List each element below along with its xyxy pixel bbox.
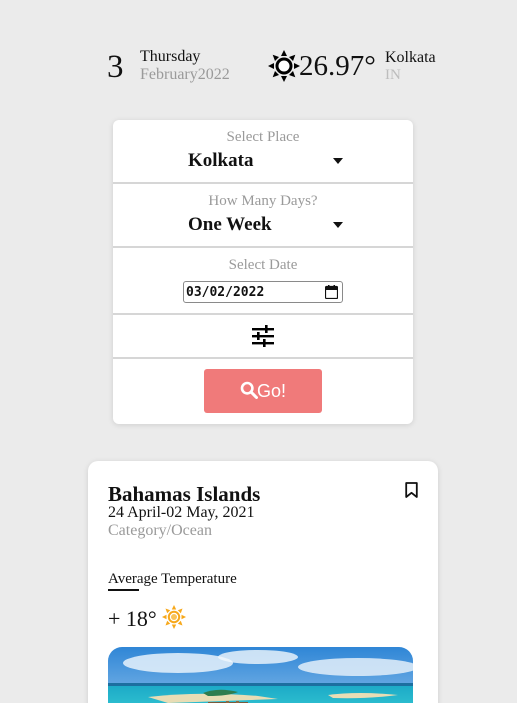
date-section: Select Date 03/02/2022	[113, 248, 413, 315]
filter-section	[113, 315, 413, 359]
place-label: Select Place	[226, 129, 300, 145]
search-icon	[240, 381, 258, 399]
average-temperature-label: Average Temperature	[108, 571, 237, 587]
month-year-label: February2022	[140, 66, 230, 83]
days-value: One Week	[188, 214, 272, 235]
weekday-label: Thursday	[140, 48, 201, 65]
days-select[interactable]: One Week	[188, 213, 348, 237]
destination-photo	[108, 647, 413, 703]
bookmark-icon[interactable]	[405, 482, 418, 498]
country-label: IN	[385, 67, 401, 83]
destination-title: Bahamas Islands	[108, 482, 261, 506]
city-label: Kolkata	[385, 49, 436, 66]
sun-icon	[162, 605, 186, 629]
destination-dates: 24 April-02 May, 2021	[108, 504, 255, 521]
place-value: Kolkata	[188, 150, 254, 171]
date-weather-header: 3 Thursday February2022 26.97° Kolkata I…	[0, 0, 517, 110]
calendar-icon[interactable]	[325, 285, 338, 299]
place-select[interactable]: Kolkata	[188, 149, 348, 173]
date-input[interactable]: 03/02/2022	[183, 281, 343, 303]
place-section: Select Place Kolkata	[113, 120, 413, 184]
day-number: 3	[107, 49, 124, 85]
trip-search-card: Select Place Kolkata How Many Days? One …	[113, 120, 413, 424]
destination-category: Category/Ocean	[108, 522, 212, 539]
current-temperature: 26.97°	[299, 50, 376, 82]
days-section: How Many Days? One Week	[113, 184, 413, 248]
date-label: Select Date	[228, 257, 298, 273]
average-temperature-value: + 18°	[108, 606, 157, 631]
sliders-icon[interactable]	[251, 325, 275, 347]
date-value: 03/02/2022	[186, 285, 265, 300]
go-label: Go!	[257, 381, 287, 401]
label-underline	[108, 589, 139, 591]
days-label: How Many Days?	[208, 193, 318, 209]
go-section: Go!	[113, 359, 413, 424]
go-button[interactable]: Go!	[204, 369, 322, 413]
destination-card[interactable]: Bahamas Islands 24 April-02 May, 2021 Ca…	[88, 461, 438, 703]
sun-icon	[268, 50, 300, 82]
chevron-down-icon	[333, 158, 343, 164]
chevron-down-icon	[333, 222, 343, 228]
